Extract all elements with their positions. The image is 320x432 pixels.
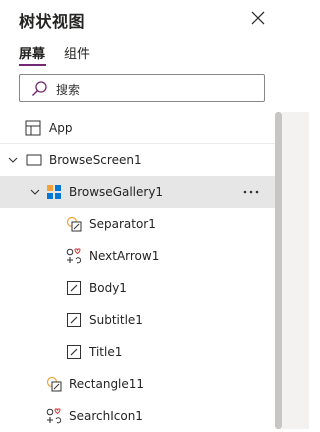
tree-item-rectangle11[interactable]: Rectangle11 (0, 368, 282, 400)
tree-item-body1[interactable]: Body1 (0, 272, 282, 304)
tree-view: App BrowseScreen1 BrowseGallery1 Separat… (0, 112, 282, 429)
search-placeholder: 搜索 (56, 83, 81, 97)
label-icon (67, 345, 81, 359)
close-button[interactable] (248, 8, 268, 28)
tree-item-searchicon1[interactable]: SearchIcon1 (0, 400, 282, 432)
tree-item-browsescreen1[interactable]: BrowseScreen1 (0, 144, 282, 176)
tree-item-label: App (49, 121, 73, 135)
tree-item-label: BrowseScreen1 (49, 153, 142, 167)
panel-title: 树状视图 (19, 12, 86, 31)
tree-item-subtitle1[interactable]: Subtitle1 (0, 304, 282, 336)
tree-item-label: BrowseGallery1 (69, 185, 164, 199)
tree-item-app[interactable]: App (0, 112, 282, 144)
tree-item-title1[interactable]: Title1 (0, 336, 282, 368)
tree-item-label: Title1 (89, 345, 123, 359)
search-icon (32, 81, 47, 96)
tree-item-label: NextArrow1 (89, 249, 160, 263)
tab-bar: 屏幕 组件 (0, 40, 309, 70)
screen-icon (26, 154, 42, 166)
search-input[interactable]: 搜索 (19, 74, 265, 102)
chevron-down-icon[interactable] (7, 154, 19, 166)
tree-item-label: Separator1 (89, 217, 156, 231)
gallery-icon (47, 185, 61, 199)
label-icon (67, 281, 81, 295)
app-icon (25, 120, 41, 136)
active-tab-indicator (19, 64, 46, 66)
tree-item-label: Body1 (89, 281, 127, 295)
icon-control-icon (46, 408, 62, 424)
tree-item-label: Subtitle1 (89, 313, 143, 327)
right-panel-edge (282, 112, 309, 429)
label-icon (67, 313, 81, 327)
close-icon (251, 11, 265, 25)
shape-icon (66, 216, 82, 232)
more-options-button[interactable] (241, 184, 261, 200)
more-icon (243, 190, 259, 194)
tab-screens[interactable]: 屏幕 (19, 43, 45, 62)
tree-item-nextarrow1[interactable]: NextArrow1 (0, 240, 282, 272)
scrollbar-thumb[interactable] (275, 112, 282, 429)
icon-control-icon (66, 248, 82, 264)
tab-components[interactable]: 组件 (64, 43, 90, 62)
panel-header: 树状视图 (0, 0, 309, 40)
shape-icon (46, 376, 62, 392)
tree-item-browsegallery1[interactable]: BrowseGallery1 (0, 176, 282, 208)
chevron-down-icon[interactable] (29, 186, 41, 198)
tree-item-separator1[interactable]: Separator1 (0, 208, 282, 240)
tree-item-label: SearchIcon1 (69, 409, 143, 423)
tree-item-label: Rectangle11 (69, 377, 145, 391)
